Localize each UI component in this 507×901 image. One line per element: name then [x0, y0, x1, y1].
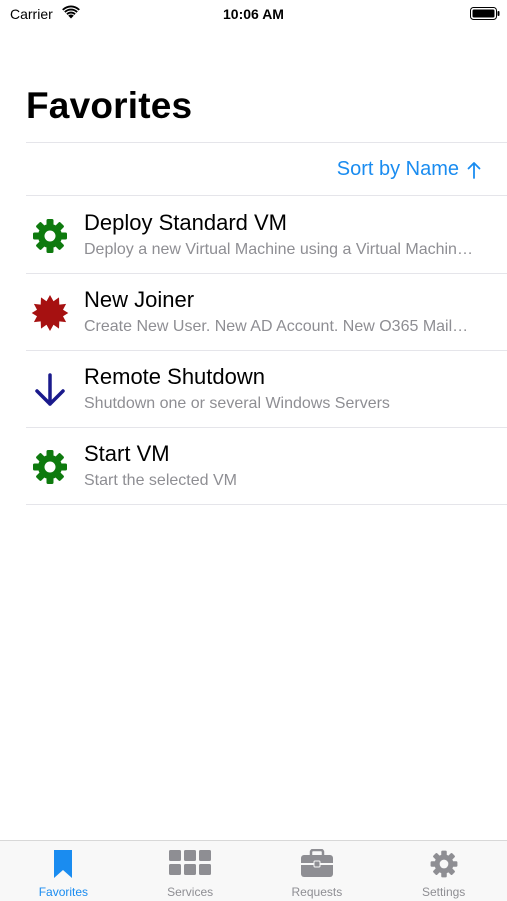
tab-settings[interactable]: Settings	[380, 841, 507, 901]
item-title: Start VM	[84, 441, 170, 466]
divider	[26, 504, 507, 505]
sort-button-label: Sort by Name	[336, 158, 459, 180]
tab-favorites[interactable]: Favorites	[0, 841, 127, 901]
gear-icon	[430, 850, 458, 878]
tab-label: Requests	[291, 885, 343, 899]
item-title: Remote Shutdown	[84, 364, 265, 389]
list-item-new-joiner[interactable]: New Joiner Create New User. New AD Accou…	[0, 274, 507, 351]
badge-icon	[31, 295, 69, 331]
item-subtitle: Deploy a new Virtual Machine using a Vir…	[84, 241, 474, 258]
page-title: Favorites	[26, 85, 193, 126]
briefcase-icon	[300, 849, 333, 877]
grid-icon	[169, 850, 212, 875]
battery-icon	[470, 7, 500, 20]
gear-icon	[33, 450, 67, 484]
divider	[26, 195, 507, 196]
list-item-remote-shutdown[interactable]: Remote Shutdown Shutdown one or several …	[0, 351, 507, 428]
tab-services[interactable]: Services	[127, 841, 254, 901]
tab-label: Favorites	[38, 885, 89, 899]
item-subtitle: Start the selected VM	[84, 472, 237, 489]
list-item-start-vm[interactable]: Start VM Start the selected VM	[0, 428, 507, 505]
item-subtitle: Create New User. New AD Account. New O36…	[84, 318, 474, 335]
clock: 10:06 AM	[223, 6, 284, 22]
item-subtitle: Shutdown one or several Windows Servers	[84, 395, 390, 412]
bookmark-icon	[54, 850, 73, 878]
item-title: Deploy Standard VM	[84, 210, 287, 235]
sort-by-name-button[interactable]: Sort by Name	[337, 158, 481, 181]
status-bar: Carrier 10:06 AM	[0, 0, 507, 28]
favorites-list: Deploy Standard VM Deploy a new Virtual …	[0, 197, 507, 505]
arrow-down-icon	[35, 373, 65, 406]
item-title: New Joiner	[84, 287, 195, 312]
gear-icon	[33, 219, 67, 253]
sort-row: Sort by Name	[26, 143, 507, 196]
tab-bar: Favorites Services Requests Settings	[0, 840, 507, 901]
list-item-deploy-standard-vm[interactable]: Deploy Standard VM Deploy a new Virtual …	[0, 197, 507, 274]
tab-label: Settings	[421, 885, 466, 899]
tab-label: Services	[167, 885, 214, 899]
arrow-up-icon	[467, 161, 481, 179]
tab-requests[interactable]: Requests	[254, 841, 381, 901]
